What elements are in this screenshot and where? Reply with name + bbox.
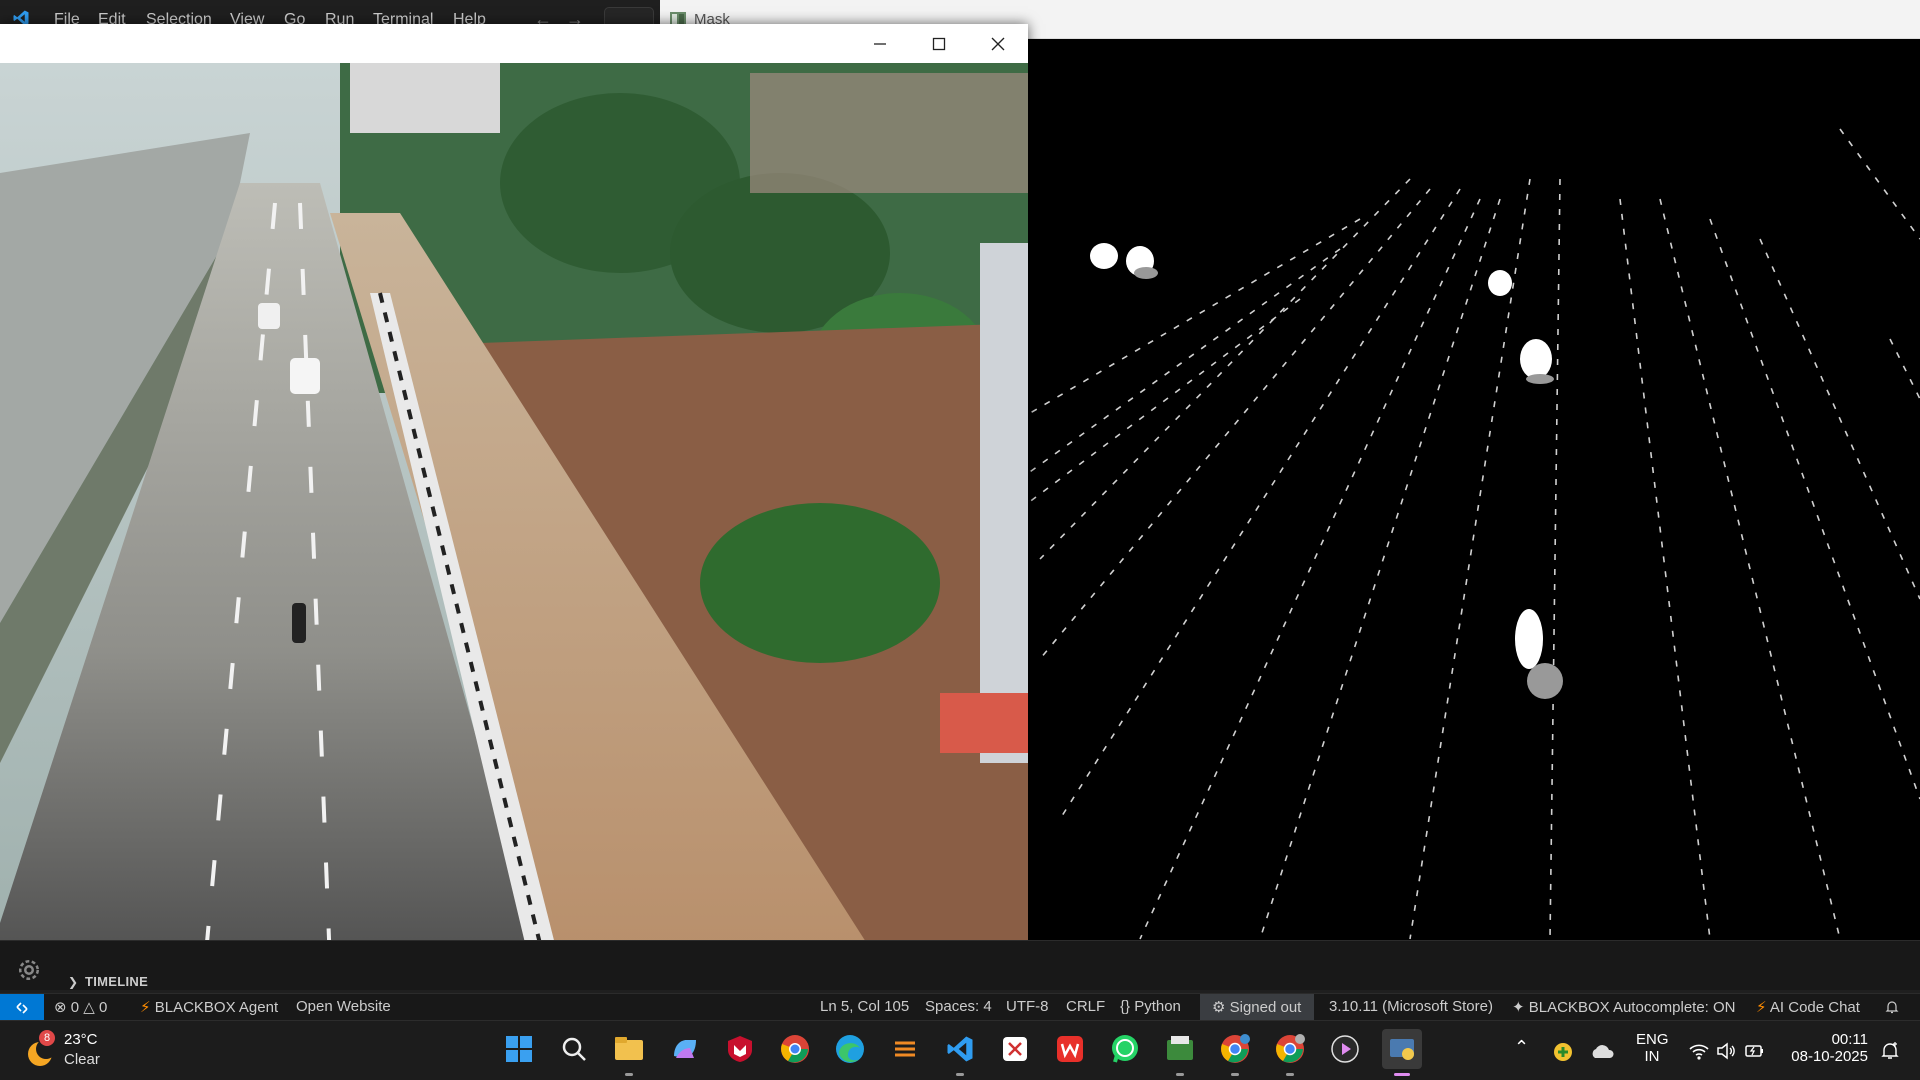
- tray-app-icon[interactable]: [1552, 1041, 1574, 1067]
- search-icon[interactable]: [556, 1031, 592, 1067]
- open-website-button[interactable]: Open Website: [296, 998, 391, 1015]
- lightning-icon: ⚡: [140, 999, 151, 1016]
- error-count: 0: [70, 999, 80, 1016]
- problems-indicator[interactable]: ⊗ 0 △ 0: [54, 998, 107, 1016]
- close-button[interactable]: [969, 24, 1027, 63]
- chevron-right-icon[interactable]: ❯: [68, 975, 78, 989]
- language-region: IN: [1644, 1048, 1660, 1065]
- maximize-button[interactable]: [910, 24, 968, 63]
- notification-bell-icon[interactable]: [1880, 1041, 1900, 1065]
- whatsapp-icon[interactable]: [1107, 1031, 1143, 1067]
- active-indicator: [1394, 1073, 1410, 1076]
- remote-icon: [16, 1001, 28, 1014]
- blackbox-agent-button[interactable]: ⚡ BLACKBOX Agent: [140, 998, 278, 1016]
- running-indicator: [1176, 1073, 1184, 1076]
- account-icon: ⚙: [1212, 999, 1226, 1016]
- aerial-highway-frame: [0, 63, 1028, 964]
- vscode-icon[interactable]: [942, 1031, 978, 1067]
- frame-window-title-bar[interactable]: [0, 24, 1028, 63]
- remote-indicator-button[interactable]: [0, 994, 44, 1021]
- windows-taskbar: 8 23°C Clear ⌃ ENG IN 00:11 08-10-2025: [0, 1020, 1920, 1080]
- ai-code-chat-label: AI Code Chat: [1769, 999, 1860, 1016]
- video-frame-window: [0, 24, 1028, 964]
- python-idle-icon[interactable]: [1162, 1031, 1198, 1067]
- running-indicator: [956, 1073, 964, 1076]
- lightning-icon: ⚡: [1756, 999, 1767, 1016]
- weather-condition[interactable]: Clear: [64, 1051, 100, 1068]
- line-ending-setting[interactable]: CRLF: [1066, 998, 1105, 1015]
- onedrive-cloud-icon[interactable]: [1590, 1043, 1614, 1063]
- media-player-icon[interactable]: [1327, 1031, 1363, 1067]
- warning-count: 0: [98, 999, 108, 1016]
- indentation-setting[interactable]: Spaces: 4: [925, 998, 992, 1015]
- vscode-panel: [0, 940, 1920, 990]
- braces-icon: {}: [1120, 998, 1131, 1015]
- file-explorer-icon[interactable]: [611, 1031, 647, 1067]
- cursor-position[interactable]: Ln 5, Col 105: [820, 998, 909, 1015]
- bell-icon[interactable]: [1884, 999, 1900, 1015]
- language-mode[interactable]: {} Python: [1120, 998, 1181, 1015]
- copilot-icon[interactable]: [667, 1031, 703, 1067]
- timeline-section-header[interactable]: TIMELINE: [85, 974, 148, 989]
- language-label: Python: [1134, 998, 1181, 1015]
- wifi-icon[interactable]: [1688, 1041, 1710, 1065]
- running-indicator: [1286, 1073, 1294, 1076]
- input-language[interactable]: ENG IN: [1636, 1031, 1669, 1065]
- edge-icon[interactable]: [832, 1031, 868, 1067]
- volume-icon[interactable]: [1716, 1041, 1738, 1065]
- python-app-icon[interactable]: [1382, 1029, 1422, 1069]
- weather-badge: 8: [39, 1030, 55, 1046]
- battery-charging-icon[interactable]: [1744, 1041, 1766, 1065]
- account-status[interactable]: ⚙ Signed out: [1212, 998, 1301, 1016]
- language-code: ENG: [1636, 1031, 1669, 1048]
- start-icon[interactable]: [501, 1031, 537, 1067]
- mcafee-icon[interactable]: [722, 1031, 758, 1067]
- autocomplete-label: BLACKBOX Autocomplete: ON: [1528, 999, 1736, 1016]
- minimize-button[interactable]: [851, 24, 909, 63]
- orange-app-icon[interactable]: [887, 1031, 923, 1067]
- error-icon: ⊗: [54, 999, 67, 1016]
- minimize-icon: [874, 42, 886, 45]
- clock[interactable]: 00:11 08-10-2025: [1786, 1031, 1868, 1065]
- weather-temperature[interactable]: 23°C: [64, 1031, 98, 1048]
- sparkle-icon: ✦: [1512, 999, 1525, 1016]
- show-hidden-icons-chevron-icon[interactable]: ⌃: [1514, 1037, 1529, 1058]
- running-indicator: [625, 1073, 633, 1076]
- blackbox-autocomplete-toggle[interactable]: ✦ BLACKBOX Autocomplete: ON: [1512, 998, 1736, 1016]
- chrome-profile-2-icon[interactable]: [1272, 1031, 1308, 1067]
- chrome-icon[interactable]: [777, 1031, 813, 1067]
- snipping-icon[interactable]: [997, 1031, 1033, 1067]
- running-indicator: [1231, 1073, 1239, 1076]
- maximize-icon: [932, 37, 946, 50]
- manage-gear-icon[interactable]: [14, 955, 44, 985]
- wps-icon[interactable]: [1052, 1031, 1088, 1067]
- warning-icon: △: [83, 999, 95, 1016]
- clock-date: 08-10-2025: [1791, 1048, 1868, 1065]
- python-interpreter[interactable]: 3.10.11 (Microsoft Store): [1329, 998, 1493, 1015]
- account-status-label: Signed out: [1229, 999, 1302, 1016]
- close-icon: [991, 37, 1005, 50]
- status-bar: ⊗ 0 △ 0 ⚡ BLACKBOX Agent Open Website Ln…: [0, 993, 1920, 1021]
- clock-time: 00:11: [1831, 1031, 1868, 1048]
- ai-code-chat-button[interactable]: ⚡ AI Code Chat: [1756, 998, 1860, 1016]
- blackbox-agent-label: BLACKBOX Agent: [154, 999, 279, 1016]
- weather-widget[interactable]: 8: [22, 1030, 58, 1070]
- chrome-profile-icon[interactable]: [1217, 1031, 1253, 1067]
- encoding-setting[interactable]: UTF-8: [1006, 998, 1049, 1015]
